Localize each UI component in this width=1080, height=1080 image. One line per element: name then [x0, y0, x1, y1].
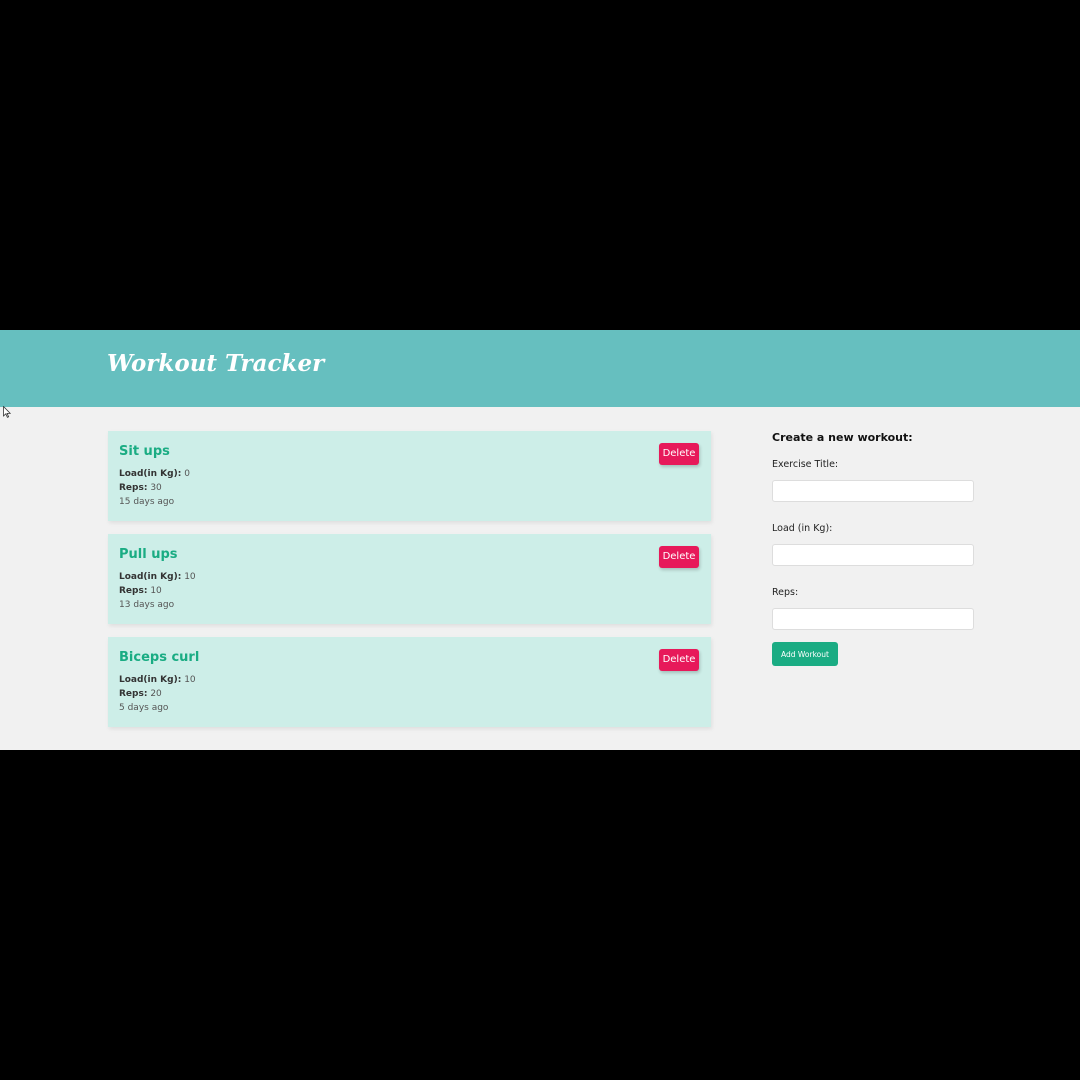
workout-title: Biceps curl — [119, 650, 200, 665]
load-value: 0 — [184, 469, 190, 479]
create-workout-form: Create a new workout: Exercise Title: Lo… — [772, 431, 974, 666]
load-label: Load(in Kg): — [119, 572, 182, 582]
load-label: Load (in Kg): — [772, 523, 833, 534]
workout-reps: Reps: 30 — [119, 483, 162, 493]
load-value: 10 — [184, 572, 196, 582]
load-label: Load(in Kg): — [119, 675, 182, 685]
exercise-title-label: Exercise Title: — [772, 459, 839, 470]
workout-reps: Reps: 20 — [119, 689, 162, 699]
workout-reps: Reps: 10 — [119, 586, 162, 596]
load-value: 10 — [184, 675, 196, 685]
exercise-title-input[interactable] — [772, 480, 974, 502]
workout-timestamp: 13 days ago — [119, 600, 175, 610]
workout-load: Load(in Kg): 10 — [119, 675, 196, 685]
load-label: Load(in Kg): — [119, 469, 182, 479]
reps-label: Reps: — [772, 587, 799, 598]
add-workout-button[interactable]: Add Workout — [772, 642, 838, 666]
delete-button[interactable]: Delete — [659, 546, 699, 568]
workout-title: Pull ups — [119, 547, 178, 562]
reps-label: Reps: — [119, 689, 148, 699]
mouse-pointer-icon — [3, 406, 11, 418]
app-brand-title[interactable]: Workout Tracker — [107, 350, 324, 377]
form-heading: Create a new workout: — [772, 431, 913, 444]
reps-input[interactable] — [772, 608, 974, 630]
workout-card: Biceps curl Load(in Kg): 10 Reps: 20 5 d… — [108, 637, 711, 727]
workout-title: Sit ups — [119, 444, 170, 459]
workout-card: Sit ups Load(in Kg): 0 Reps: 30 15 days … — [108, 431, 711, 521]
navbar: Workout Tracker — [0, 330, 1080, 407]
reps-label: Reps: — [119, 483, 148, 493]
workout-timestamp: 15 days ago — [119, 497, 175, 507]
workout-load: Load(in Kg): 10 — [119, 572, 196, 582]
delete-button[interactable]: Delete — [659, 649, 699, 671]
delete-button[interactable]: Delete — [659, 443, 699, 465]
reps-value: 20 — [150, 689, 162, 699]
reps-value: 10 — [150, 586, 162, 596]
workout-list: Sit ups Load(in Kg): 0 Reps: 30 15 days … — [108, 431, 711, 740]
reps-label: Reps: — [119, 586, 148, 596]
workout-card: Pull ups Load(in Kg): 10 Reps: 10 13 day… — [108, 534, 711, 624]
workout-timestamp: 5 days ago — [119, 703, 169, 713]
reps-value: 30 — [150, 483, 162, 493]
workout-load: Load(in Kg): 0 — [119, 469, 190, 479]
app-viewport: Workout Tracker Sit ups Load(in Kg): 0 R… — [0, 330, 1080, 750]
load-input[interactable] — [772, 544, 974, 566]
